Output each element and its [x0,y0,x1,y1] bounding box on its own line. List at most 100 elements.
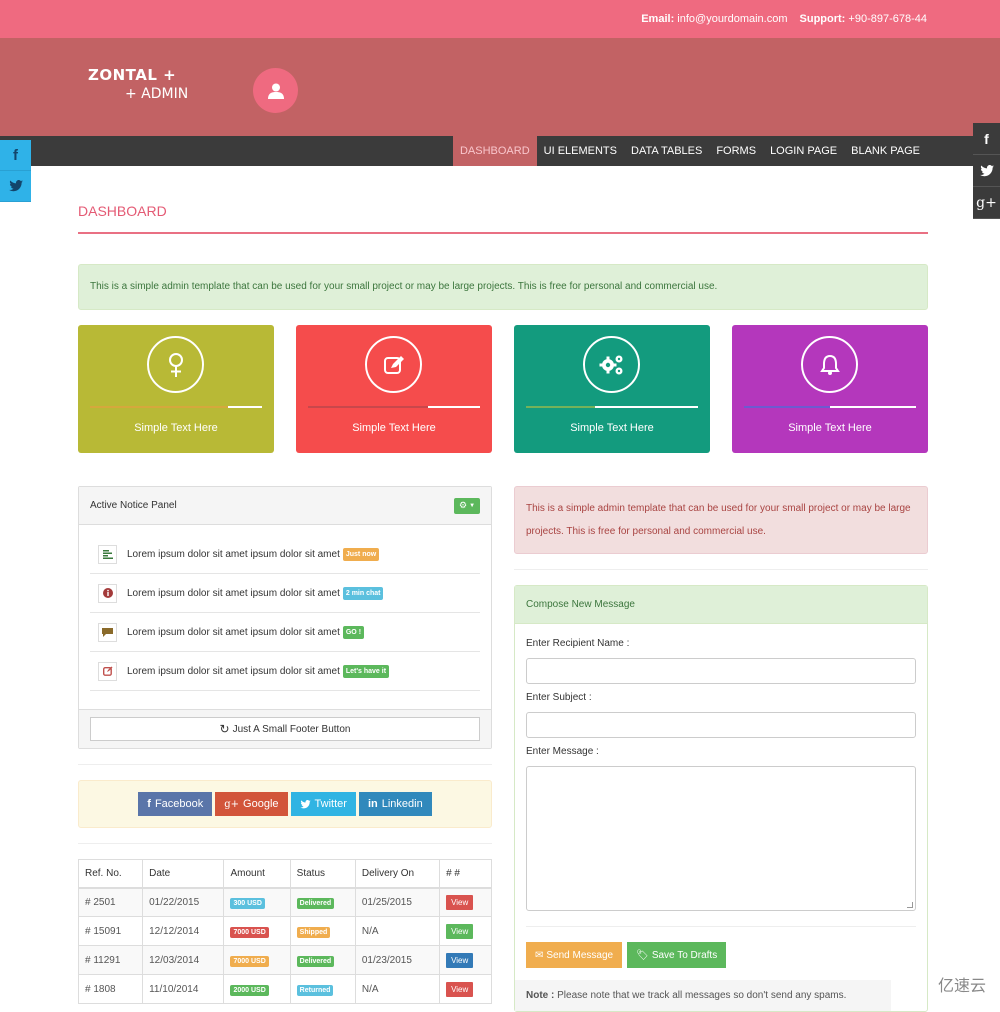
status-label: Delivered [296,955,335,967]
card-progress-fill [308,406,429,408]
footer-button[interactable]: ↻ Just A Small Footer Button [90,717,480,741]
main-nav: DASHBOARD UI ELEMENTS DATA TABLES FORMS … [0,132,1000,166]
view-button[interactable]: View [446,952,474,968]
google-button[interactable]: g+ Google [215,792,288,816]
google-plus-icon: g+ [224,798,240,810]
facebook-icon[interactable]: f [0,140,31,171]
left-column: Active Notice Panel ⚙ ▼ Lorem ipsum dolor… [77,486,492,1012]
divider [78,764,492,765]
divider [514,569,928,570]
linkedin-button[interactable]: in Linkedin [358,792,432,816]
notice-badge: 2 min chat [342,586,384,600]
notice-item[interactable]: Lorem ipsum dolor sit amet ipsum dolor s… [90,613,480,652]
note-text: Please note that we track all messages s… [557,990,847,1001]
female-icon [168,352,183,377]
brand-logo[interactable]: ZONTAL + + ADMIN [88,66,188,102]
gears-icon [599,355,622,374]
twitter-icon [299,799,311,808]
divider [78,843,492,844]
card-icon-circle [801,336,858,393]
card-progress-bar [744,406,916,408]
facebook-button[interactable]: f Facebook [138,792,213,816]
nav-login-page[interactable]: LOGIN PAGE [763,136,844,166]
column-header[interactable]: Ref. No. [77,859,144,889]
social-buttons-well: f Facebook g+ Google Twitter in Linkedin [78,780,492,828]
refresh-icon: ↻ [219,722,230,736]
stat-card[interactable]: Simple Text Here [732,325,928,453]
card-progress-bar [308,406,480,408]
danger-alert: This is a simple admin template that can… [514,486,928,554]
nav-dashboard[interactable]: DASHBOARD [452,132,537,166]
contact-email: Email: info@yourdomain.com [641,13,788,25]
column-header[interactable]: Amount [223,859,291,889]
align-left-icon [98,544,117,564]
compose-title: Compose New Message [515,586,927,624]
comment-icon [98,622,117,642]
subject-label: Enter Subject : [526,692,592,703]
page-title: DASHBOARD [78,203,928,234]
column-header[interactable]: Status [289,859,356,889]
user-avatar[interactable] [253,68,298,113]
delivery-cell: N/A [354,916,441,946]
subject-input[interactable] [526,712,916,738]
content-columns: Active Notice Panel ⚙ ▼ Lorem ipsum dolor… [77,486,928,1012]
twitter-button[interactable]: Twitter [290,792,356,816]
view-button[interactable]: View [446,981,474,997]
notice-list: Lorem ipsum dolor sit amet ipsum dolor s… [79,525,491,709]
twitter-icon[interactable] [0,171,31,202]
send-message-button[interactable]: ✉ Send Message [526,942,623,968]
facebook-icon[interactable]: f [973,123,1000,155]
notice-item[interactable]: Lorem ipsum dolor sit amet ipsum dolor s… [90,652,480,691]
view-button[interactable]: View [446,923,474,939]
notice-item[interactable]: Lorem ipsum dolor sit amet ipsum dolor s… [90,535,480,574]
notice-panel-footer: ↻ Just A Small Footer Button [79,709,491,748]
google-plus-icon[interactable]: g+ [973,187,1000,219]
twitter-icon[interactable] [973,155,1000,187]
notice-item[interactable]: Lorem ipsum dolor sit amet ipsum dolor s… [90,574,480,613]
notice-panel: Active Notice Panel ⚙ ▼ Lorem ipsum dolor… [78,486,492,749]
recipient-label: Enter Recipient Name : [526,638,630,649]
card-text: Simple Text Here [788,422,872,434]
delivery-cell: 01/25/2015 [354,887,441,917]
tags-icon: 🏷 [636,949,649,961]
action-cell: View [439,945,492,975]
facebook-icon: f [147,798,151,810]
message-textarea[interactable] [526,766,916,911]
recipient-input[interactable] [526,658,916,684]
status-label: Returned [296,984,334,996]
amount-cell: 7000 USD [223,945,291,975]
column-header[interactable]: # # [439,859,492,889]
save-drafts-button[interactable]: 🏷 Save To Drafts [627,942,727,968]
compose-note: Note : Please note that we track all mes… [515,980,891,1011]
amount-cell: 2000 USD [223,974,291,1004]
nav-data-tables[interactable]: DATA TABLES [624,136,709,166]
status-label: Delivered [296,897,335,909]
view-button[interactable]: View [446,894,474,910]
twitter-button-label: Twitter [314,798,347,810]
notice-badge: GO ! [342,625,365,639]
stat-card[interactable]: Simple Text Here [514,325,710,453]
user-icon [267,83,284,99]
status-cell: Shipped [289,916,356,946]
amount-label: 2000 USD [230,984,269,996]
send-message-label: Send Message [546,949,614,961]
save-drafts-label: Save To Drafts [651,949,718,961]
column-header[interactable]: Delivery On [354,859,441,889]
nav-forms[interactable]: FORMS [709,136,763,166]
nav-ui-elements[interactable]: UI ELEMENTS [537,136,624,166]
card-progress-fill [744,406,830,408]
brand-line2: + ADMIN [125,86,189,102]
email-link[interactable]: info@yourdomain.com [677,13,787,25]
ref-cell: # 1808 [77,974,144,1004]
stat-card[interactable]: Simple Text Here [78,325,274,453]
social-sidebar-left: f [0,140,31,202]
gear-icon: ⚙ [458,500,468,510]
panel-settings-dropdown[interactable]: ⚙ ▼ [454,497,480,514]
nav-blank-page[interactable]: BLANK PAGE [844,136,927,166]
status-cell: Delivered [289,945,356,975]
action-cell: View [439,974,492,1004]
stat-card[interactable]: Simple Text Here [296,325,492,453]
status-cell: Returned [289,974,356,1004]
column-header[interactable]: Date [142,859,225,889]
date-cell: 12/12/2014 [142,916,225,946]
